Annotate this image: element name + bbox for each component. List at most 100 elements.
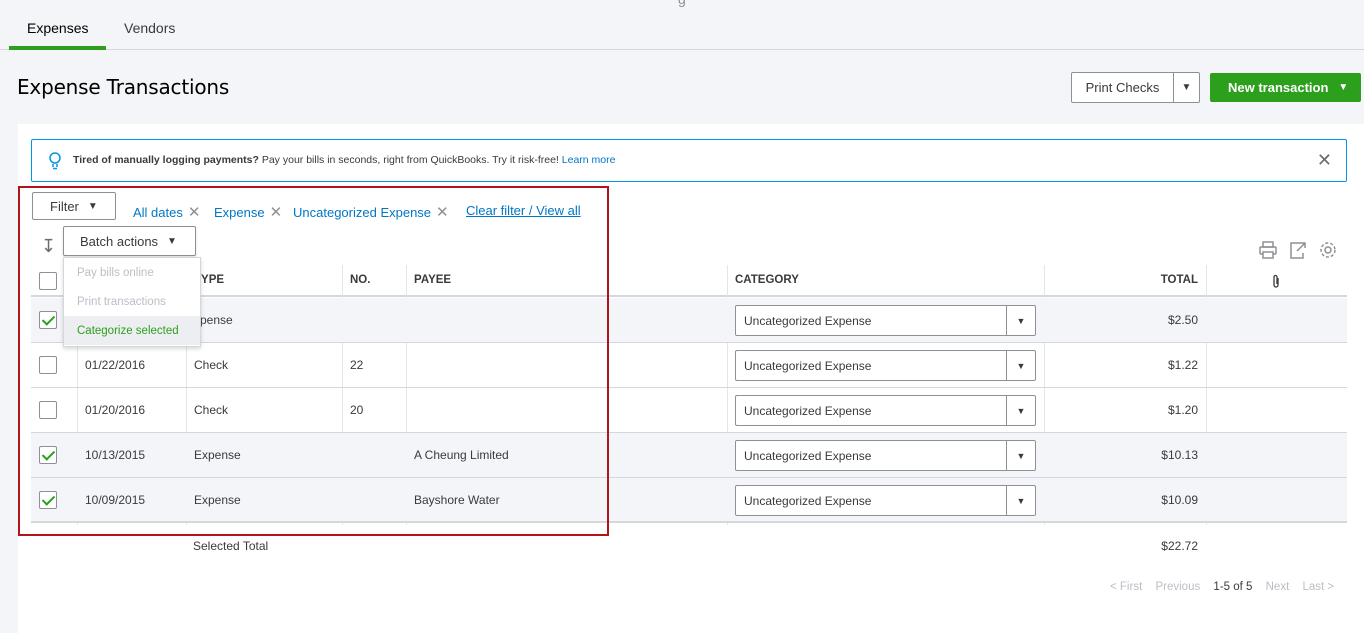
caret-down-icon: ▼ xyxy=(1181,82,1192,93)
header-category[interactable]: CATEGORY xyxy=(735,274,799,286)
filter-chip-uncategorized-expense[interactable]: Uncategorized Expense ✕ xyxy=(293,203,449,221)
cell-no: 22 xyxy=(350,358,364,372)
filter-chip-expense[interactable]: Expense ✕ xyxy=(214,203,282,221)
category-select[interactable]: Uncategorized Expense ▼ xyxy=(735,305,1036,336)
caret-down-icon: ▼ xyxy=(87,200,98,212)
filter-chip-label: All dates xyxy=(133,205,183,220)
pager-range: 1-5 of 5 xyxy=(1213,581,1253,593)
clear-filter-link[interactable]: Clear filter / View all xyxy=(466,203,581,218)
selected-total-label: Selected Total xyxy=(193,539,269,553)
category-value: Uncategorized Expense xyxy=(744,359,872,373)
cell-total: $2.50 xyxy=(1167,313,1198,327)
cell-total: $10.13 xyxy=(1161,448,1198,462)
cell-no: 20 xyxy=(350,403,364,417)
remove-filter-icon[interactable]: ✕ xyxy=(436,204,449,221)
export-icon[interactable] xyxy=(1288,240,1308,260)
close-icon[interactable]: ✕ xyxy=(1317,151,1332,169)
caret-down-icon: ▼ xyxy=(1338,82,1349,93)
row-checkbox[interactable] xyxy=(39,401,57,419)
header-no[interactable]: NO. xyxy=(350,274,370,286)
select-all-checkbox[interactable] xyxy=(39,272,57,290)
batch-actions-menu: Pay bills online Print transactions Cate… xyxy=(63,257,201,347)
category-value: Uncategorized Expense xyxy=(744,449,872,463)
filter-button[interactable]: Filter ▼ xyxy=(32,192,116,220)
tab-expenses[interactable]: Expenses xyxy=(27,20,88,36)
category-value: Uncategorized Expense xyxy=(744,404,872,418)
cell-date: 10/13/2015 xyxy=(85,448,146,462)
cell-total: $1.20 xyxy=(1167,403,1198,417)
menu-item-categorize-selected[interactable]: Categorize selected xyxy=(64,316,200,345)
cell-date: 01/22/2016 xyxy=(85,358,146,372)
cell-type: Expense xyxy=(194,448,241,462)
table-row[interactable]: xpense Uncategorized Expense ▼ $2.50 xyxy=(31,298,1347,343)
category-select[interactable]: Uncategorized Expense ▼ xyxy=(735,350,1036,381)
caret-down-icon[interactable]: ▼ xyxy=(1006,306,1035,335)
filter-chip-all-dates[interactable]: All dates ✕ xyxy=(133,203,200,221)
batch-actions-button[interactable]: Batch actions ▼ xyxy=(63,226,196,256)
row-checkbox[interactable] xyxy=(39,356,57,374)
remove-filter-icon[interactable]: ✕ xyxy=(188,204,201,221)
cell-total: $10.09 xyxy=(1161,493,1198,507)
sort-arrow-icon[interactable]: ↧ xyxy=(41,236,56,257)
cell-type: Check xyxy=(194,358,229,372)
row-checkbox[interactable] xyxy=(39,311,57,329)
pager-previous[interactable]: Previous xyxy=(1155,581,1200,593)
table-tools xyxy=(1258,240,1338,260)
paperclip-icon xyxy=(1273,274,1279,288)
remove-filter-icon[interactable]: ✕ xyxy=(270,204,283,221)
menu-item-print-transactions[interactable]: Print transactions xyxy=(64,287,200,316)
filter-chip-label: Expense xyxy=(214,205,265,220)
table-row[interactable]: 10/09/2015 Expense Bayshore Water Uncate… xyxy=(31,478,1347,523)
row-checkbox[interactable] xyxy=(39,446,57,464)
category-select[interactable]: Uncategorized Expense ▼ xyxy=(735,440,1036,471)
cell-date: 01/20/2016 xyxy=(85,403,146,417)
caret-down-icon[interactable]: ▼ xyxy=(1006,351,1035,380)
category-value: Uncategorized Expense xyxy=(744,314,872,328)
learn-more-link[interactable]: Learn more xyxy=(562,154,616,166)
table-row[interactable]: 01/22/2016 Check 22 Uncategorized Expens… xyxy=(31,343,1347,388)
caret-down-icon[interactable]: ▼ xyxy=(1006,486,1035,515)
cell-payee: A Cheung Limited xyxy=(414,448,509,462)
cell-total: $1.22 xyxy=(1167,358,1198,372)
pagination: < First Previous 1-5 of 5 Next Last > xyxy=(1110,581,1344,593)
banner-text: Tired of manually logging payments? Pay … xyxy=(73,154,615,166)
header-total[interactable]: TOTAL xyxy=(1161,274,1198,286)
gear-icon[interactable] xyxy=(1318,240,1338,260)
cell-type: Expense xyxy=(194,493,241,507)
tab-bar: g Expenses Vendors xyxy=(0,0,1364,50)
caret-down-icon[interactable]: ▼ xyxy=(1006,396,1035,425)
filter-chip-label: Uncategorized Expense xyxy=(293,205,432,220)
category-value: Uncategorized Expense xyxy=(744,494,872,508)
pager-next[interactable]: Next xyxy=(1266,581,1290,593)
banner-body-text: Pay your bills in seconds, right from Qu… xyxy=(258,154,562,166)
active-tab-indicator xyxy=(9,46,106,50)
pager-first[interactable]: < First xyxy=(1110,581,1142,593)
print-icon[interactable] xyxy=(1258,240,1278,260)
new-transaction-button[interactable]: New transaction ▼ xyxy=(1210,73,1361,102)
print-checks-button[interactable]: Print Checks xyxy=(1071,72,1174,103)
clipped-title-glyph: g xyxy=(678,0,686,7)
caret-down-icon[interactable]: ▼ xyxy=(1006,441,1035,470)
print-checks-dropdown-button[interactable]: ▼ xyxy=(1173,72,1200,103)
category-select[interactable]: Uncategorized Expense ▼ xyxy=(735,395,1036,426)
pager-last[interactable]: Last > xyxy=(1302,581,1334,593)
filter-label: Filter xyxy=(50,198,79,214)
banner-bold-text: Tired of manually logging payments? xyxy=(73,154,259,166)
batch-actions-label: Batch actions xyxy=(80,233,159,249)
promo-banner: Tired of manually logging payments? Pay … xyxy=(31,139,1347,182)
lightbulb-icon xyxy=(49,152,61,170)
category-select[interactable]: Uncategorized Expense ▼ xyxy=(735,485,1036,516)
table-header: TYPE NO. PAYEE CATEGORY TOTAL xyxy=(31,265,1347,297)
cell-type: Check xyxy=(194,403,229,417)
tab-vendors[interactable]: Vendors xyxy=(124,20,175,36)
selected-total-value: $22.72 xyxy=(1161,539,1198,553)
new-transaction-label: New transaction xyxy=(1228,80,1329,95)
caret-down-icon: ▼ xyxy=(167,235,177,247)
row-checkbox[interactable] xyxy=(39,491,57,509)
cell-date: 10/09/2015 xyxy=(85,493,146,507)
menu-item-pay-bills-online[interactable]: Pay bills online xyxy=(64,258,200,287)
table-row[interactable]: 10/13/2015 Expense A Cheung Limited Unca… xyxy=(31,433,1347,478)
header-payee[interactable]: PAYEE xyxy=(414,274,451,286)
table-row[interactable]: 01/20/2016 Check 20 Uncategorized Expens… xyxy=(31,388,1347,433)
cell-payee: Bayshore Water xyxy=(414,493,500,507)
